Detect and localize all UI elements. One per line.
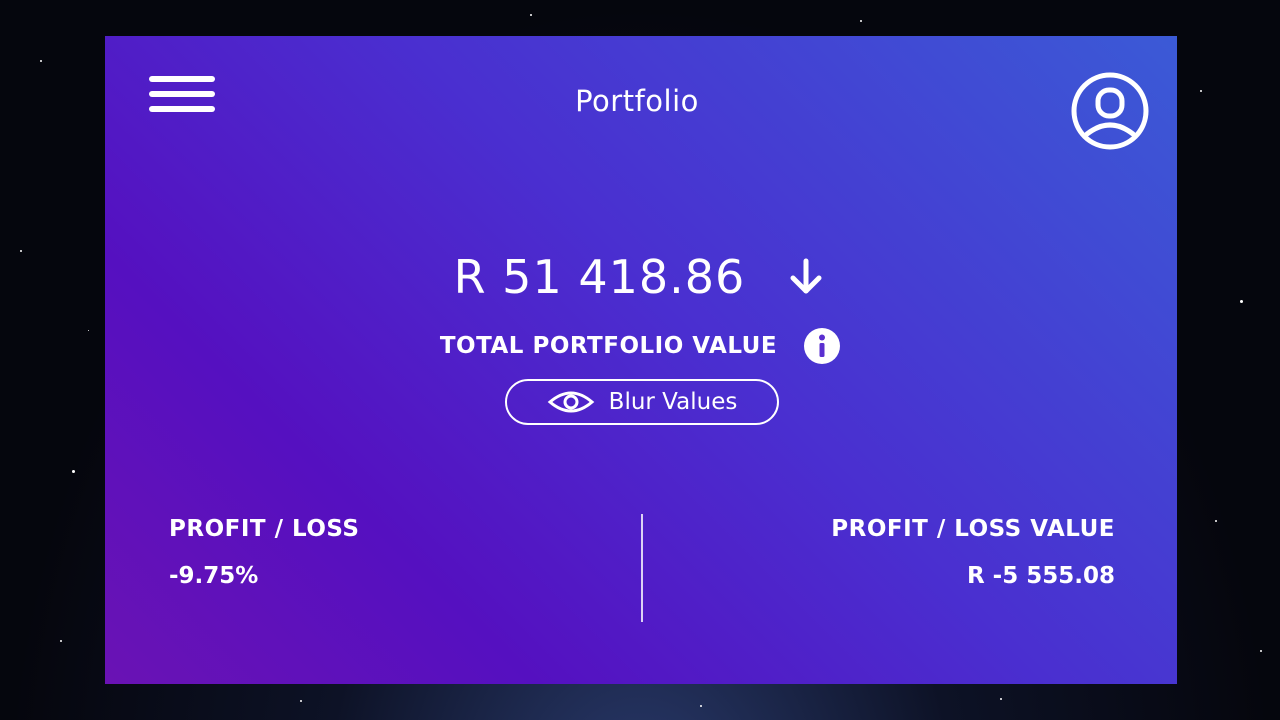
star-dot <box>1200 90 1202 92</box>
app-screen: Portfolio R 51 418.86 TOTAL PORTFOLIO VA… <box>0 0 1280 720</box>
star-dot <box>300 700 302 702</box>
hamburger-menu-icon <box>149 76 215 82</box>
total-value-row: R 51 418.86 <box>105 250 1177 304</box>
star-dot <box>60 640 62 642</box>
total-portfolio-label: TOTAL PORTFOLIO VALUE <box>439 333 778 359</box>
user-avatar-icon <box>1071 72 1149 150</box>
star-dot <box>88 330 89 331</box>
profit-loss-percent-title: PROFIT / LOSS <box>169 516 360 542</box>
total-label-row: TOTAL PORTFOLIO VALUE <box>105 326 1177 366</box>
info-icon[interactable] <box>802 326 842 366</box>
profit-loss-value-title: PROFIT / LOSS VALUE <box>831 516 1115 542</box>
star-dot <box>20 250 22 252</box>
blur-values-button[interactable]: Blur Values <box>505 379 779 425</box>
star-dot <box>72 470 75 473</box>
star-dot <box>1240 300 1243 303</box>
total-portfolio-value: R 51 418.86 <box>453 250 746 304</box>
eye-icon <box>547 391 594 413</box>
star-dot <box>700 705 702 707</box>
divider <box>641 514 643 622</box>
star-dot <box>860 20 862 22</box>
star-dot <box>1215 520 1217 522</box>
profile-button[interactable] <box>1069 70 1151 152</box>
portfolio-card: Portfolio R 51 418.86 TOTAL PORTFOLIO VA… <box>105 36 1177 684</box>
profit-loss-value: R -5 555.08 <box>966 563 1115 589</box>
star-dot <box>530 14 532 16</box>
star-dot <box>1260 650 1262 652</box>
star-dot <box>40 60 42 62</box>
blur-values-label: Blur Values <box>608 389 738 415</box>
profit-loss-percent-value: -9.75% <box>169 563 259 589</box>
arrow-down-icon <box>790 258 822 294</box>
star-dot <box>1000 698 1002 700</box>
page-title: Portfolio <box>575 84 699 118</box>
